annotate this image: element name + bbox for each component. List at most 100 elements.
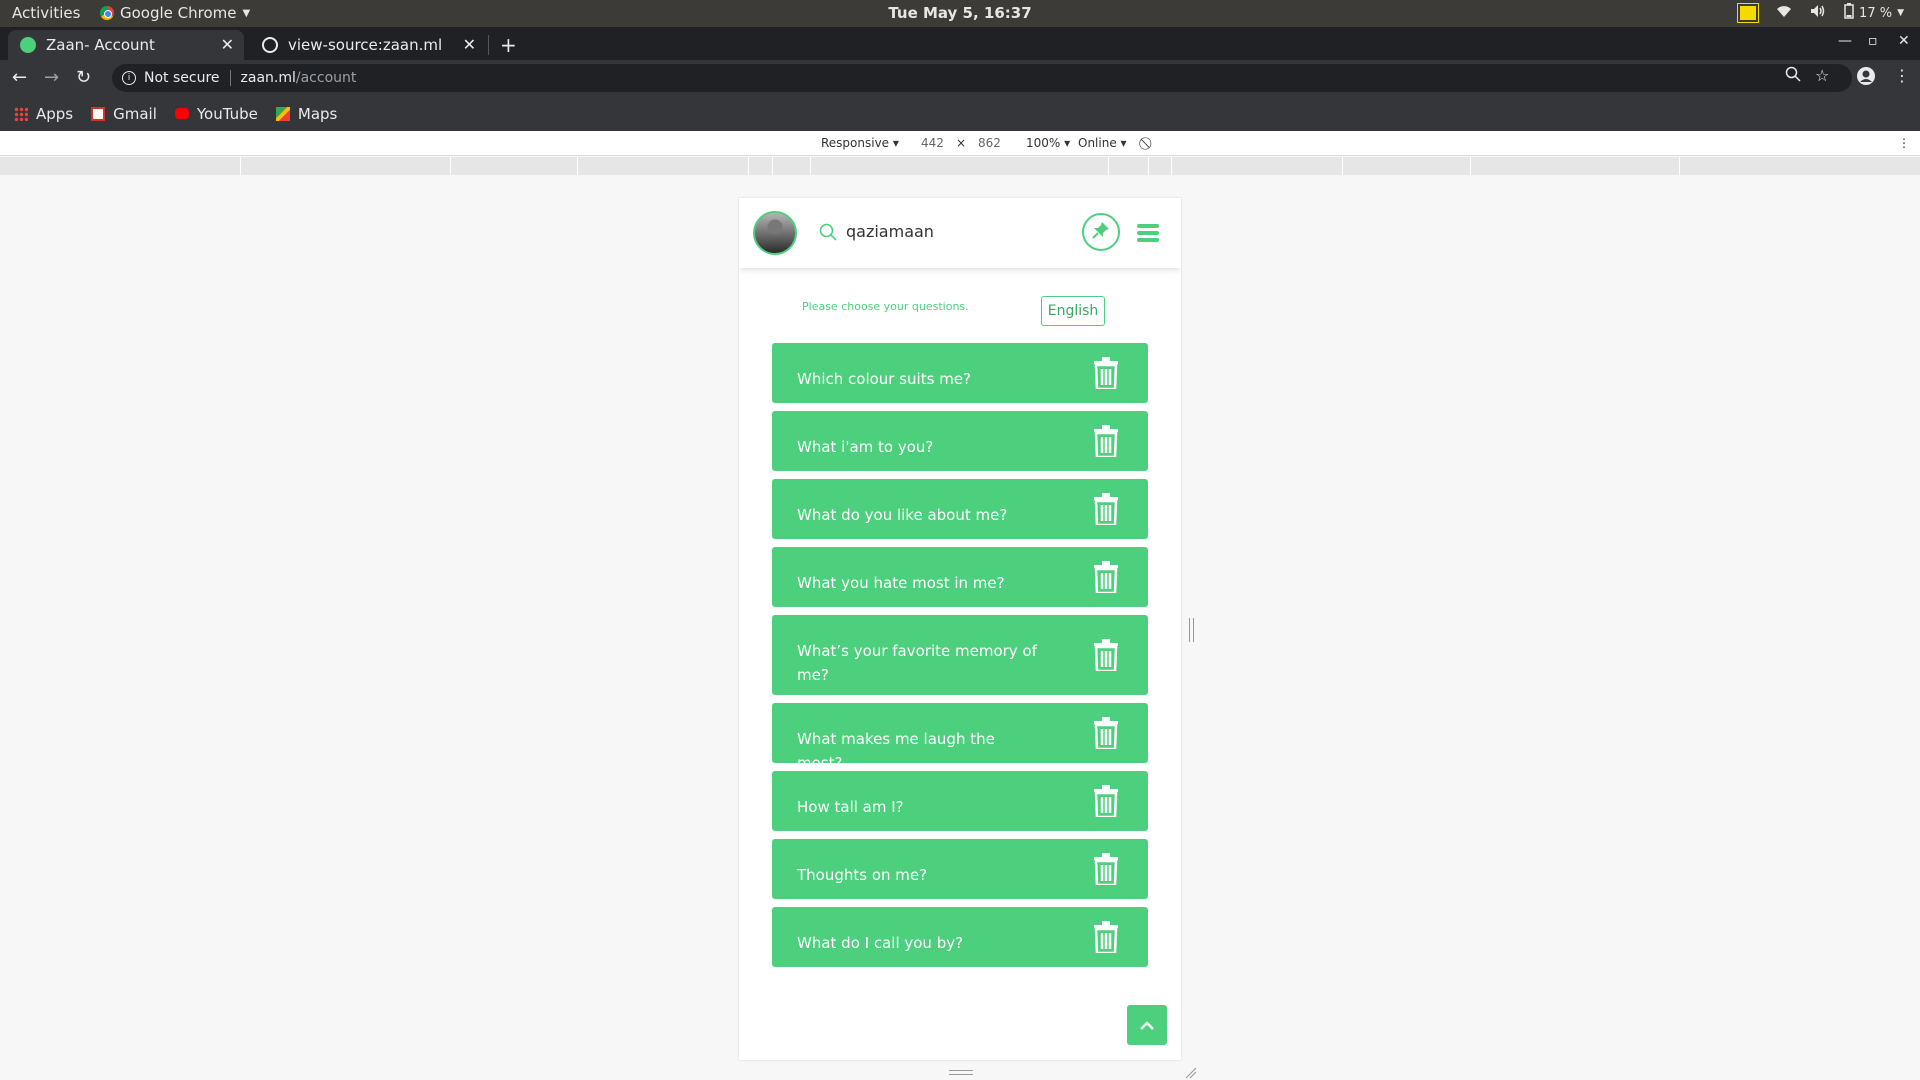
scroll-to-top-button[interactable] bbox=[1127, 1005, 1167, 1045]
media-query-bar[interactable] bbox=[0, 157, 1920, 175]
browser-toolbar: ← → ↻ i Not secure zaan.ml/account ☆ ⋮ bbox=[0, 60, 1920, 96]
tab-title: view-source:zaan.ml bbox=[288, 36, 443, 54]
security-label[interactable]: Not secure bbox=[144, 70, 220, 86]
maximize-button[interactable]: ▫ bbox=[1868, 33, 1878, 49]
app-menu[interactable]: Google Chrome ▼ bbox=[100, 4, 250, 22]
system-tray[interactable]: 17 % ▼ bbox=[1737, 3, 1904, 23]
trash-icon[interactable] bbox=[1094, 357, 1118, 391]
trash-icon[interactable] bbox=[1094, 921, 1118, 955]
pin-icon bbox=[1092, 221, 1110, 243]
minimize-button[interactable]: — bbox=[1838, 33, 1852, 49]
bookmark-label: Apps bbox=[36, 104, 74, 123]
trash-icon[interactable] bbox=[1094, 785, 1118, 819]
trash-icon[interactable] bbox=[1094, 561, 1118, 595]
url-path: /account bbox=[295, 70, 357, 86]
device-select[interactable]: Responsive ▾ bbox=[821, 136, 899, 150]
tab-strip: Zaan- Account ✕ view-source:zaan.ml ✕ bbox=[0, 27, 1920, 60]
username-search-value[interactable]: qaziamaan bbox=[846, 222, 934, 241]
chevron-down-icon: ▼ bbox=[1897, 8, 1904, 18]
close-icon[interactable]: ✕ bbox=[221, 35, 234, 54]
question-card[interactable]: What’s your favorite memory of me? bbox=[772, 615, 1148, 695]
forward-icon[interactable]: → bbox=[44, 67, 59, 88]
question-text: What makes me laugh the most? bbox=[797, 730, 995, 772]
question-card[interactable]: What do you like about me? bbox=[772, 479, 1148, 539]
height-input[interactable]: 862 bbox=[978, 136, 1001, 150]
question-text: How tall am I? bbox=[797, 798, 904, 816]
more-menu-icon[interactable]: ⋮ bbox=[1894, 66, 1910, 85]
bookmark-apps[interactable]: Apps bbox=[14, 105, 73, 123]
battery-percent: 17 % bbox=[1859, 5, 1893, 21]
back-icon[interactable]: ← bbox=[12, 67, 27, 88]
star-icon[interactable]: ☆ bbox=[1815, 66, 1829, 85]
question-card[interactable]: What do I call you by? bbox=[772, 907, 1148, 967]
activities-button[interactable]: Activities bbox=[12, 4, 80, 22]
reload-icon[interactable]: ↻ bbox=[76, 67, 91, 88]
question-card[interactable]: What you hate most in me? bbox=[772, 547, 1148, 607]
clock[interactable]: Tue May 5, 16:37 bbox=[888, 4, 1031, 22]
bookmark-label: Gmail bbox=[113, 104, 157, 123]
chrome-icon bbox=[100, 6, 114, 20]
zoom-select[interactable]: 100% ▾ bbox=[1026, 136, 1070, 150]
bookmark-label: YouTube bbox=[196, 104, 258, 123]
bookmark-label: Maps bbox=[297, 104, 338, 123]
resize-handle-bottom[interactable] bbox=[949, 1070, 973, 1075]
resize-corner-icon[interactable] bbox=[1185, 1064, 1197, 1079]
new-tab-button[interactable]: + bbox=[500, 33, 517, 57]
bookmark-youtube[interactable]: YouTube bbox=[174, 104, 258, 123]
question-text: What you hate most in me? bbox=[797, 574, 1005, 592]
question-text: What do you like about me? bbox=[797, 506, 1008, 524]
app-header: qaziamaan bbox=[739, 198, 1181, 268]
network-throttle-select[interactable]: Online ▾ bbox=[1078, 136, 1127, 150]
zoom-icon[interactable] bbox=[1785, 66, 1801, 86]
battery-icon bbox=[1844, 3, 1854, 23]
question-text: What’s your favorite memory of me? bbox=[797, 642, 1037, 684]
gmail-icon bbox=[91, 106, 106, 121]
sticky-notes-icon[interactable] bbox=[1737, 3, 1760, 23]
question-list: Which colour suits me? What i'am to you?… bbox=[772, 343, 1148, 975]
system-top-bar: Activities Google Chrome ▼ Tue May 5, 16… bbox=[0, 0, 1920, 27]
question-card[interactable]: What i'am to you? bbox=[772, 411, 1148, 471]
question-card[interactable]: Thoughts on me? bbox=[772, 839, 1148, 899]
more-options-icon[interactable]: ⋮ bbox=[1898, 136, 1910, 150]
trash-icon[interactable] bbox=[1094, 639, 1118, 673]
url-host: zaan.ml bbox=[240, 70, 296, 86]
close-window-button[interactable]: ✕ bbox=[1898, 33, 1910, 49]
tab-view-source[interactable]: view-source:zaan.ml ✕ bbox=[250, 30, 486, 60]
pin-button[interactable] bbox=[1082, 213, 1120, 251]
device-viewport: qaziamaan Please choose your questions. … bbox=[739, 198, 1181, 1060]
question-text: What i'am to you? bbox=[797, 438, 934, 456]
trash-icon[interactable] bbox=[1094, 425, 1118, 459]
search-icon[interactable] bbox=[819, 223, 837, 241]
bookmark-gmail[interactable]: Gmail bbox=[91, 105, 157, 123]
info-icon[interactable]: i bbox=[122, 71, 136, 85]
question-card[interactable]: What makes me laugh the most? bbox=[772, 703, 1148, 772]
trash-icon[interactable] bbox=[1094, 717, 1118, 751]
question-text: Thoughts on me? bbox=[797, 866, 928, 884]
address-bar[interactable]: i Not secure zaan.ml/account bbox=[112, 64, 1852, 92]
app-menu-label: Google Chrome bbox=[120, 4, 237, 22]
question-card[interactable]: Which colour suits me? bbox=[772, 343, 1148, 403]
avatar[interactable] bbox=[753, 211, 797, 255]
zaan-favicon-icon bbox=[20, 37, 36, 53]
trash-icon[interactable] bbox=[1094, 493, 1118, 527]
close-icon[interactable]: ✕ bbox=[463, 35, 476, 54]
width-input[interactable]: 442 bbox=[921, 136, 944, 150]
youtube-icon bbox=[174, 108, 189, 119]
language-button[interactable]: English bbox=[1041, 296, 1105, 326]
hamburger-menu-icon[interactable] bbox=[1137, 224, 1159, 242]
resize-handle-right[interactable] bbox=[1189, 618, 1194, 642]
volume-icon bbox=[1810, 4, 1826, 22]
profile-icon[interactable] bbox=[1856, 66, 1876, 90]
tab-zaan-account[interactable]: Zaan- Account ✕ bbox=[8, 30, 244, 60]
bookmark-maps[interactable]: Maps bbox=[275, 104, 338, 123]
question-text: What do I call you by? bbox=[797, 934, 964, 952]
device-toolbar: Responsive ▾ 442 × 862 100% ▾ Online ▾ ⃠… bbox=[0, 131, 1920, 156]
bookmarks-bar: Apps Gmail YouTube Maps bbox=[0, 96, 1920, 131]
trash-icon[interactable] bbox=[1094, 853, 1118, 887]
chevron-down-icon: ▼ bbox=[242, 7, 251, 19]
tab-title: Zaan- Account bbox=[46, 36, 155, 54]
choose-questions-label: Please choose your questions. bbox=[802, 300, 969, 313]
apps-grid-icon bbox=[14, 106, 28, 121]
question-card[interactable]: How tall am I? bbox=[772, 771, 1148, 831]
maps-icon bbox=[275, 106, 290, 121]
